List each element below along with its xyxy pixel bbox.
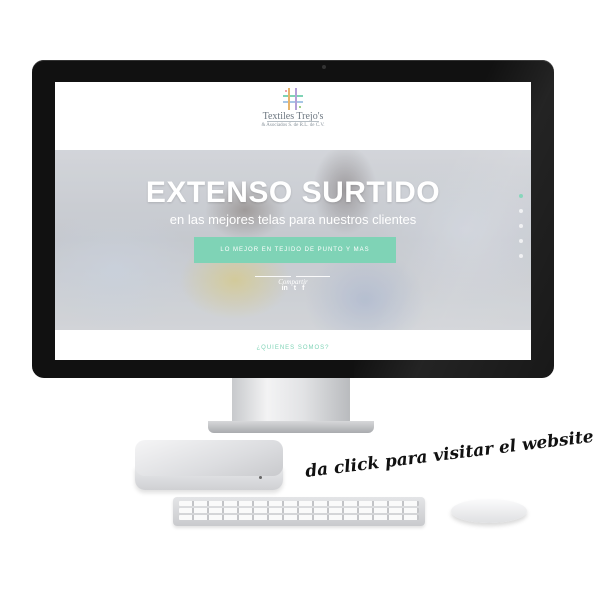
logo-icon — [283, 88, 303, 110]
site-header: Textiles Trejo's & Asociados S. de R.L. … — [55, 82, 531, 150]
logo-subtitle: & Asociados S. de R.L. de C.V. — [261, 123, 325, 128]
slide-dot[interactable] — [519, 209, 523, 213]
handwritten-caption: da click para visitar el website — [304, 427, 595, 482]
hero-cta-button[interactable]: LO MEJOR EN TEJIDO DE PUNTO Y MAS — [194, 237, 396, 263]
hero-banner: EXTENSO SURTIDO en las mejores telas par… — [55, 150, 531, 330]
website-screen[interactable]: Textiles Trejo's & Asociados S. de R.L. … — [55, 82, 531, 360]
visit-website-text: da click para visitar el website — [304, 427, 595, 482]
monitor-stand — [232, 378, 350, 422]
power-led-icon — [259, 476, 262, 479]
logo-divider — [267, 121, 319, 122]
slide-dots — [519, 194, 525, 269]
slide-dot[interactable] — [519, 194, 523, 198]
twitter-icon[interactable]: t — [294, 285, 296, 292]
key-row — [179, 508, 419, 513]
slide-dot[interactable] — [519, 239, 523, 243]
visit-website-link[interactable]: da click para visitar el website — [302, 423, 598, 487]
camera-icon — [322, 65, 326, 69]
quienes-somos-link[interactable]: ¿QUIENES SOMOS? — [55, 345, 531, 351]
magic-mouse — [451, 499, 527, 523]
key-row — [179, 501, 419, 506]
social-icons: in t f — [55, 285, 531, 292]
mac-mini-top — [135, 440, 283, 476]
linkedin-icon[interactable]: in — [282, 285, 288, 292]
hero-title: EXTENSO SURTIDO — [145, 176, 441, 209]
hero-subtitle: en las mejores telas para nuestros clien… — [169, 212, 417, 227]
slide-dot[interactable] — [519, 224, 523, 228]
key-row — [179, 515, 419, 520]
slide-dot[interactable] — [519, 254, 523, 258]
share-divider-right — [296, 276, 330, 277]
mac-mini — [135, 440, 283, 492]
keyboard — [173, 497, 425, 526]
imac-monitor: Textiles Trejo's & Asociados S. de R.L. … — [32, 60, 554, 378]
facebook-icon[interactable]: f — [302, 285, 304, 292]
